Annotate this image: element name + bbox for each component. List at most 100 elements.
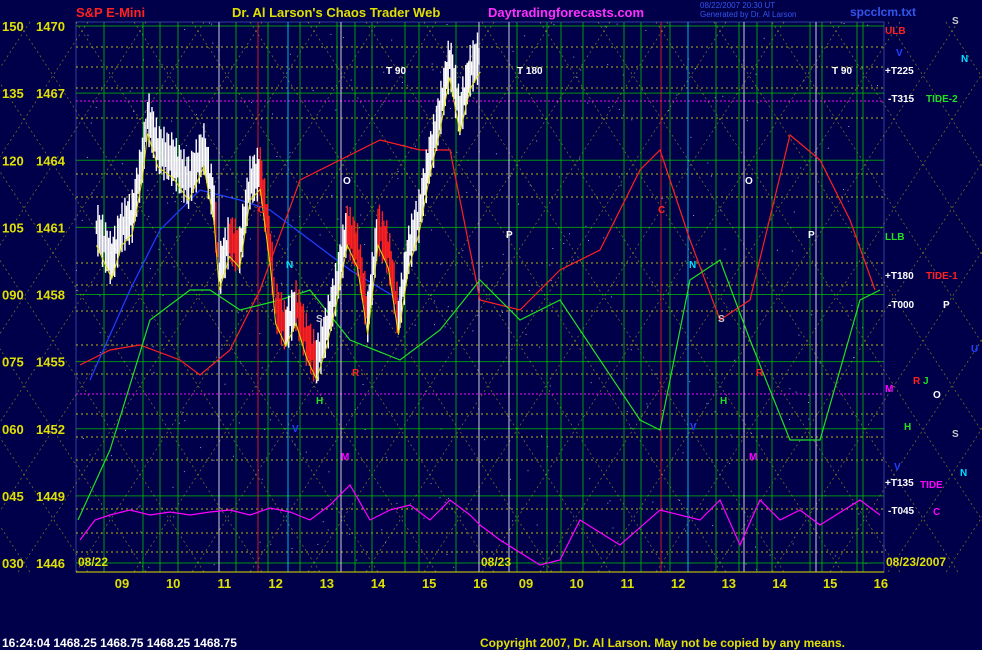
speckle — [322, 521, 324, 523]
speckle — [579, 158, 581, 160]
speckle — [291, 548, 293, 549]
speckle — [327, 529, 329, 531]
speckle — [305, 451, 307, 453]
right-level-label: ULB — [885, 26, 906, 37]
speckle — [502, 253, 504, 255]
y-tick-left: 060 — [2, 422, 24, 437]
speckle — [662, 410, 664, 412]
speckle — [95, 106, 97, 108]
speckle — [213, 564, 215, 566]
planet-label: J — [923, 376, 929, 387]
speckle — [82, 438, 84, 439]
speckle — [152, 346, 154, 348]
speckle — [512, 50, 514, 52]
planet-label: N — [961, 54, 968, 65]
speckle — [89, 454, 91, 456]
speckle — [362, 384, 364, 385]
speckle — [140, 531, 142, 533]
chart-annotation: T 180 — [517, 66, 543, 77]
y-tick-right: 1452 — [36, 422, 65, 437]
speckle — [808, 394, 810, 396]
speckle — [224, 383, 226, 385]
speckle — [690, 136, 692, 138]
y-tick-right: 1467 — [36, 86, 65, 101]
speckle — [414, 145, 416, 147]
chart-annotation: O — [343, 176, 351, 187]
chart-annotation: V — [292, 424, 299, 435]
speckle — [536, 140, 538, 142]
speckle — [121, 163, 123, 165]
speckle — [259, 333, 261, 335]
x-tick-label: 11 — [218, 576, 232, 591]
speckle — [525, 333, 527, 335]
speckle — [811, 314, 813, 316]
diagonal-line — [0, 259, 205, 573]
speckle — [249, 238, 251, 240]
speckle — [87, 34, 89, 36]
speckle — [685, 530, 687, 532]
speckle — [331, 195, 333, 197]
speckle — [689, 381, 691, 383]
speckle — [401, 82, 403, 83]
date-label-day1: 08/22 — [78, 555, 108, 569]
speckle — [396, 502, 398, 504]
right-level-label: -T000 — [888, 300, 915, 311]
y-tick-right: 1446 — [36, 556, 65, 571]
speckle — [146, 99, 148, 101]
speckle — [185, 145, 187, 147]
y-tick-right: 1449 — [36, 489, 65, 504]
speckle — [789, 419, 790, 420]
diagonal-line — [365, 21, 727, 573]
speckle — [569, 233, 570, 235]
speckle — [707, 162, 709, 164]
speckle — [553, 23, 555, 25]
speckle — [148, 215, 150, 217]
chart-annotation: C — [258, 205, 265, 216]
planet-label: U — [971, 344, 978, 355]
speckle — [449, 108, 451, 110]
speckle — [209, 22, 210, 24]
speckle — [607, 502, 609, 504]
speckle — [178, 422, 180, 424]
speckle — [446, 24, 448, 25]
speckle — [661, 198, 663, 199]
right-level-label: +T135 — [885, 478, 914, 489]
speckle — [792, 543, 794, 545]
speckle — [524, 35, 526, 37]
diagonal-line — [0, 21, 205, 335]
speckle — [538, 346, 540, 348]
speckle — [226, 189, 228, 191]
chart-annotation: P — [808, 230, 815, 241]
chart-annotation: S — [316, 314, 323, 325]
speckle — [360, 214, 362, 216]
speckle — [734, 359, 736, 361]
chart-annotation: N — [286, 260, 293, 271]
speckle — [769, 554, 771, 556]
speckle — [330, 33, 332, 35]
speckle — [431, 63, 433, 65]
speckle — [343, 37, 345, 39]
speckle — [162, 295, 164, 296]
speckle — [167, 202, 169, 204]
y-tick-left: 030 — [2, 556, 24, 571]
speckle — [843, 23, 845, 24]
speckle — [808, 418, 810, 420]
planet-label: N — [960, 468, 967, 479]
speckle — [317, 543, 319, 545]
y-tick-right: 1461 — [36, 220, 65, 235]
right-level-label: TIDE-2 — [926, 94, 958, 105]
speckle — [76, 289, 78, 291]
speckle — [364, 244, 366, 246]
speckle — [793, 211, 795, 213]
speckle — [385, 456, 387, 458]
chart-annotation: P — [506, 230, 513, 241]
speckle — [745, 563, 747, 565]
speckle — [484, 439, 486, 441]
chart-annotation: H — [316, 396, 323, 407]
speckle — [682, 452, 684, 454]
speckle — [647, 405, 649, 407]
speckle — [171, 120, 172, 122]
speckle — [585, 225, 587, 227]
speckle — [272, 309, 274, 311]
speckle — [667, 292, 669, 294]
